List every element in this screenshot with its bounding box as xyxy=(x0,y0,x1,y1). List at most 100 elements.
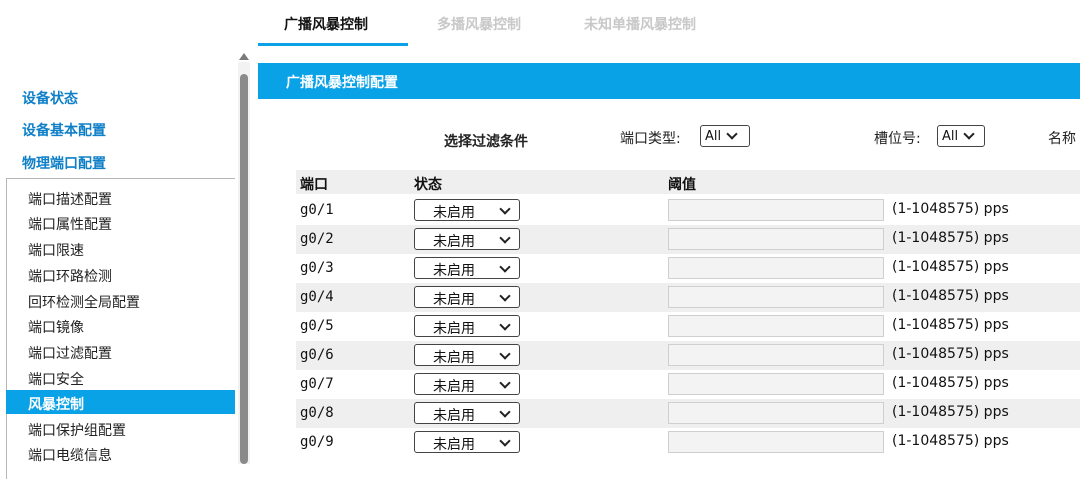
sidebar: 设备状态 设备基本配置 物理端口配置 端口描述配置 端口属性配置 端口限速 端口… xyxy=(0,48,258,479)
tab-unknown-unicast-storm[interactable]: 未知单播风暴控制 xyxy=(584,14,696,34)
threshold-input[interactable] xyxy=(668,402,884,424)
threshold-range: (1-1048575) pps xyxy=(892,201,1009,217)
table-header: 端口 状态 阈值 xyxy=(296,170,1080,194)
tab-multicast-storm[interactable]: 多播风暴控制 xyxy=(437,14,521,34)
section-header: 广播风暴控制配置 xyxy=(258,63,1080,99)
sidebar-item-port-filter[interactable]: 端口过滤配置 xyxy=(28,343,112,363)
table-row: g0/9 未启用 (1-1048575) pps xyxy=(296,428,1080,457)
port-type-value: All xyxy=(705,128,722,144)
state-select[interactable]: 未启用 xyxy=(414,402,520,424)
sidebar-item-port-mirror[interactable]: 端口镜像 xyxy=(28,317,84,337)
table-row: g0/1 未启用 (1-1048575) pps xyxy=(296,196,1080,225)
sidebar-item-port-protect-group[interactable]: 端口保护组配置 xyxy=(28,420,126,440)
state-value: 未启用 xyxy=(433,263,475,279)
chevron-down-icon xyxy=(499,319,511,331)
table-row: g0/3 未启用 (1-1048575) pps xyxy=(296,254,1080,283)
threshold-input[interactable] xyxy=(668,199,884,221)
threshold-range: (1-1048575) pps xyxy=(892,230,1009,246)
state-value: 未启用 xyxy=(433,437,475,453)
table-row: g0/7 未启用 (1-1048575) pps xyxy=(296,370,1080,399)
sidebar-link-physical-port-config[interactable]: 物理端口配置 xyxy=(22,153,106,173)
chevron-down-icon xyxy=(499,203,511,215)
slot-value: All xyxy=(942,128,959,144)
state-value: 未启用 xyxy=(433,321,475,337)
state-select[interactable]: 未启用 xyxy=(414,344,520,366)
threshold-input[interactable] xyxy=(668,228,884,250)
port-type-select[interactable]: All xyxy=(700,125,750,147)
table-row: g0/4 未启用 (1-1048575) pps xyxy=(296,283,1080,312)
threshold-input[interactable] xyxy=(668,315,884,337)
state-value: 未启用 xyxy=(433,350,475,366)
state-select[interactable]: 未启用 xyxy=(414,286,520,308)
state-value: 未启用 xyxy=(433,205,475,221)
port-name: g0/9 xyxy=(300,434,334,450)
chevron-down-icon xyxy=(499,406,511,418)
state-select[interactable]: 未启用 xyxy=(414,257,520,279)
chevron-down-icon xyxy=(499,290,511,302)
sidebar-item-port-description[interactable]: 端口描述配置 xyxy=(28,189,112,209)
state-value: 未启用 xyxy=(433,408,475,424)
table-row: g0/6 未启用 (1-1048575) pps xyxy=(296,341,1080,370)
slot-label: 槽位号: xyxy=(874,131,921,147)
threshold-input[interactable] xyxy=(668,286,884,308)
storm-control-tabs: 广播风暴控制 多播风暴控制 未知单播风暴控制 xyxy=(258,0,1080,48)
port-name: g0/3 xyxy=(300,260,334,276)
state-value: 未启用 xyxy=(433,234,475,250)
scroll-up-icon[interactable] xyxy=(239,53,249,60)
sidebar-item-port-cable-info[interactable]: 端口电缆信息 xyxy=(28,445,112,465)
threshold-input[interactable] xyxy=(668,344,884,366)
sidebar-item-port-loop-detection[interactable]: 端口环路检测 xyxy=(28,266,112,286)
table-row: g0/2 未启用 (1-1048575) pps xyxy=(296,225,1080,254)
chevron-down-icon xyxy=(726,128,738,140)
threshold-range: (1-1048575) pps xyxy=(892,288,1009,304)
chevron-down-icon xyxy=(499,435,511,447)
chevron-down-icon xyxy=(499,348,511,360)
threshold-input[interactable] xyxy=(668,257,884,279)
sidebar-item-port-attributes[interactable]: 端口属性配置 xyxy=(28,214,112,234)
port-name: g0/8 xyxy=(300,405,334,421)
state-select[interactable]: 未启用 xyxy=(414,431,520,453)
table-row: g0/8 未启用 (1-1048575) pps xyxy=(296,399,1080,428)
port-name: g0/1 xyxy=(300,202,334,218)
sidebar-item-loopback-global[interactable]: 回环检测全局配置 xyxy=(28,292,140,312)
port-name: g0/4 xyxy=(300,289,334,305)
sidebar-item-port-security[interactable]: 端口安全 xyxy=(28,369,84,389)
table-row: g0/5 未启用 (1-1048575) pps xyxy=(296,312,1080,341)
column-header-port: 端口 xyxy=(300,177,328,193)
threshold-range: (1-1048575) pps xyxy=(892,317,1009,333)
state-select[interactable]: 未启用 xyxy=(414,199,520,221)
column-header-state: 状态 xyxy=(414,177,442,193)
sidebar-item-port-rate-limit[interactable]: 端口限速 xyxy=(28,240,84,260)
port-name: g0/5 xyxy=(300,318,334,334)
threshold-range: (1-1048575) pps xyxy=(892,346,1009,362)
state-select[interactable]: 未启用 xyxy=(414,228,520,250)
section-title: 广播风暴控制配置 xyxy=(286,75,398,91)
sidebar-scrollbar-thumb[interactable] xyxy=(240,74,248,464)
threshold-range: (1-1048575) pps xyxy=(892,404,1009,420)
state-value: 未启用 xyxy=(433,379,475,395)
sidebar-link-device-basic-config[interactable]: 设备基本配置 xyxy=(22,120,106,140)
state-select[interactable]: 未启用 xyxy=(414,315,520,337)
threshold-input[interactable] xyxy=(668,431,884,453)
chevron-down-icon xyxy=(963,128,975,140)
column-header-threshold: 阈值 xyxy=(668,177,696,193)
tab-broadcast-storm[interactable]: 广播风暴控制 xyxy=(284,14,368,34)
threshold-input[interactable] xyxy=(668,373,884,395)
state-value: 未启用 xyxy=(433,292,475,308)
state-select[interactable]: 未启用 xyxy=(414,373,520,395)
chevron-down-icon xyxy=(499,232,511,244)
port-name: g0/7 xyxy=(300,376,334,392)
sidebar-link-device-status[interactable]: 设备状态 xyxy=(22,88,78,108)
chevron-down-icon xyxy=(499,377,511,389)
threshold-range: (1-1048575) pps xyxy=(892,259,1009,275)
port-name: g0/6 xyxy=(300,347,334,363)
slot-select[interactable]: All xyxy=(937,125,985,147)
threshold-range: (1-1048575) pps xyxy=(892,433,1009,449)
port-name: g0/2 xyxy=(300,231,334,247)
active-tab-indicator xyxy=(258,43,408,46)
sidebar-item-storm-control[interactable]: 风暴控制 xyxy=(28,394,84,414)
port-type-label: 端口类型: xyxy=(620,131,681,147)
name-label: 名称 xyxy=(1048,131,1076,147)
filter-title: 选择过滤条件 xyxy=(444,134,528,150)
threshold-range: (1-1048575) pps xyxy=(892,375,1009,391)
